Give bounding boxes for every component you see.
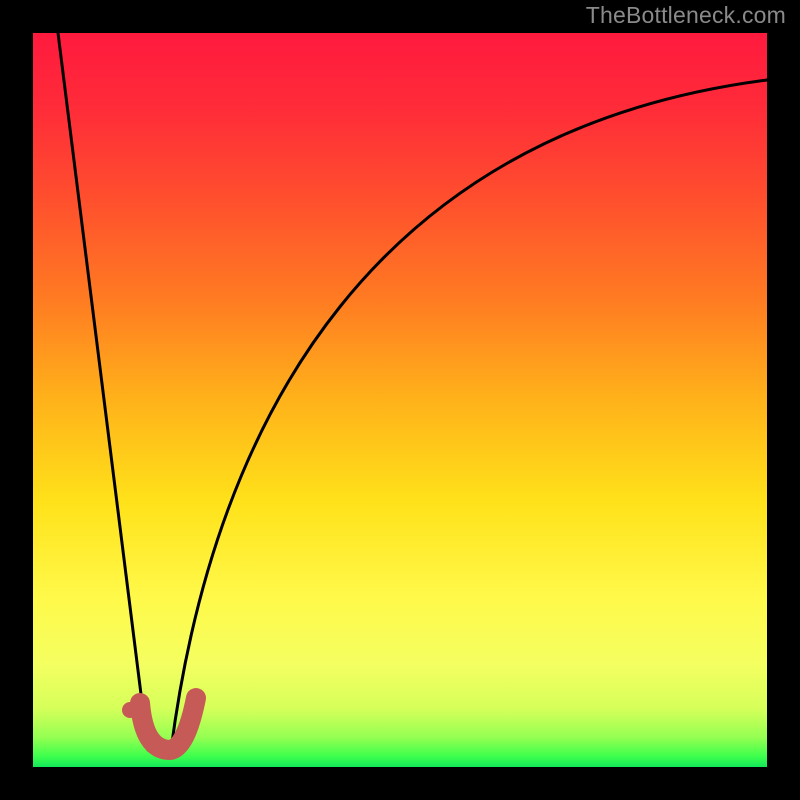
- accent-dot: [122, 702, 138, 718]
- chart-svg: [0, 0, 800, 800]
- plot-area: [33, 33, 767, 767]
- watermark-text: TheBottleneck.com: [586, 2, 786, 29]
- chart-stage: TheBottleneck.com: [0, 0, 800, 800]
